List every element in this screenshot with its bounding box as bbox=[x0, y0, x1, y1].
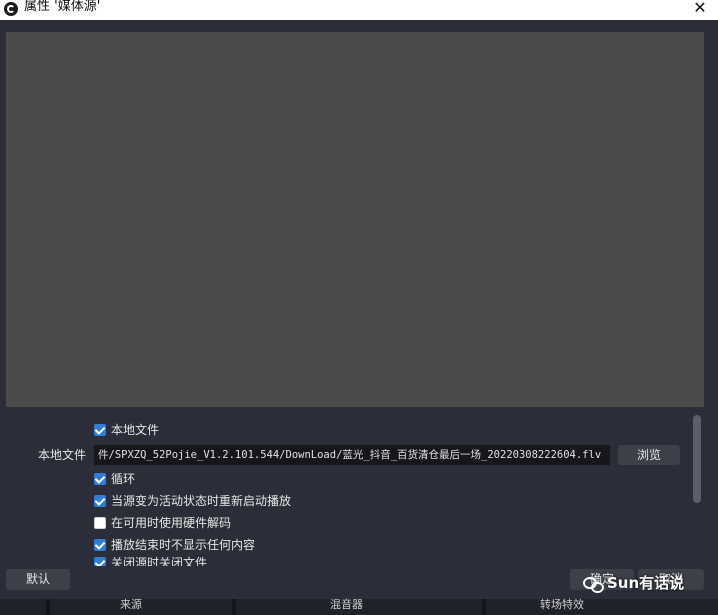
source-preview bbox=[6, 32, 704, 407]
window-title: 属性 '媒体源' bbox=[24, 0, 101, 14]
title-bar: 属性 '媒体源' ✕ bbox=[0, 0, 718, 20]
watermark: Sun有话说 bbox=[583, 572, 684, 594]
properties-scrollbar-thumb[interactable] bbox=[693, 415, 701, 503]
partial-checkbox-row[interactable]: 关闭源时关闭文件 bbox=[94, 556, 264, 566]
local-file-checkbox-label: 本地文件 bbox=[111, 423, 160, 437]
restart-on-active-checkbox-row[interactable]: 当源变为活动状态时重新启动播放 bbox=[94, 491, 314, 511]
dock-separator bbox=[46, 599, 50, 615]
partial-checkbox-label: 关闭源时关闭文件 bbox=[111, 556, 208, 566]
hw-decode-checkbox-row[interactable]: 在可用时使用硬件解码 bbox=[94, 513, 274, 533]
dock-separator bbox=[482, 599, 486, 615]
close-icon[interactable]: ✕ bbox=[688, 0, 712, 18]
defaults-button[interactable]: 默认 bbox=[6, 569, 70, 590]
partial-checkbox[interactable] bbox=[94, 557, 106, 566]
obs-logo-icon bbox=[4, 2, 18, 16]
properties-scrollbar[interactable] bbox=[690, 415, 704, 565]
hw-decode-checkbox-label: 在可用时使用硬件解码 bbox=[111, 516, 232, 530]
wechat-icon bbox=[583, 576, 604, 593]
background-dock-strip: 来源 混音器 转场特效 bbox=[0, 598, 718, 615]
loop-checkbox[interactable] bbox=[94, 473, 106, 485]
dock-separator bbox=[232, 599, 236, 615]
mixer-dock-title: 混音器 bbox=[330, 598, 363, 611]
transitions-dock-title: 转场特效 bbox=[540, 598, 584, 611]
loop-checkbox-label: 循环 bbox=[111, 472, 136, 486]
restart-on-active-checkbox-label: 当源变为活动状态时重新启动播放 bbox=[111, 494, 292, 508]
restart-on-active-checkbox[interactable] bbox=[94, 495, 106, 507]
local-file-checkbox-row[interactable]: 本地文件 bbox=[94, 420, 214, 440]
hide-when-ended-checkbox-label: 播放结束时不显示任何内容 bbox=[111, 538, 256, 552]
local-file-path-text: 件/SPXZQ_52Pojie_V1.2.101.544/DownLoad/蓝光… bbox=[98, 449, 602, 461]
watermark-text: Sun有话说 bbox=[607, 574, 685, 592]
hw-decode-checkbox[interactable] bbox=[94, 517, 106, 529]
local-file-checkbox[interactable] bbox=[94, 424, 106, 436]
browse-button[interactable]: 浏览 bbox=[618, 445, 680, 465]
hide-when-ended-checkbox[interactable] bbox=[94, 539, 106, 551]
loop-checkbox-row[interactable]: 循环 bbox=[94, 469, 214, 489]
hide-when-ended-checkbox-row[interactable]: 播放结束时不显示任何内容 bbox=[94, 535, 294, 555]
local-file-label: 本地文件 bbox=[38, 448, 87, 462]
sources-dock-title: 来源 bbox=[120, 598, 142, 611]
local-file-path-field[interactable]: 件/SPXZQ_52Pojie_V1.2.101.544/DownLoad/蓝光… bbox=[94, 445, 610, 465]
